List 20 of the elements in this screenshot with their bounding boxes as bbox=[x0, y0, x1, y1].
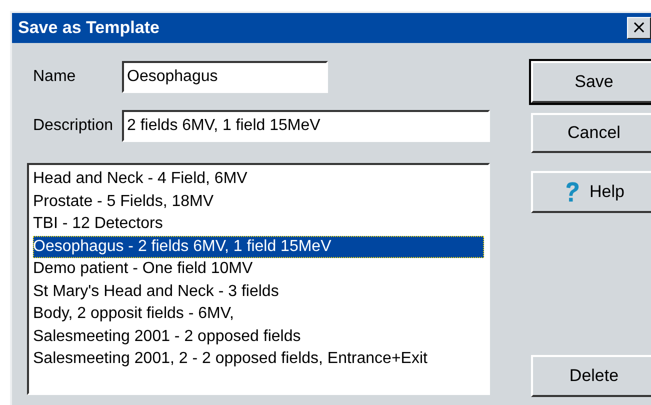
template-item[interactable]: Head and Neck - 4 Field, 6MV bbox=[33, 168, 484, 190]
close-button[interactable]: × bbox=[627, 17, 651, 39]
window-title: Save as Template bbox=[18, 18, 160, 38]
template-item[interactable]: Body, 2 opposit fields - 6MV, bbox=[33, 303, 484, 326]
help-icon bbox=[564, 181, 580, 203]
description-label: Description bbox=[32, 117, 114, 135]
save-button[interactable]: Save bbox=[531, 61, 651, 103]
template-item[interactable]: Salesmeeting 2001, 2 - 2 opposed fields, Entrance+Exit bbox=[33, 348, 484, 370]
description-field[interactable]: 2 fields 6MV, 1 field 15MeV bbox=[122, 110, 490, 142]
template-item[interactable]: St Mary's Head and Neck - 3 fields bbox=[33, 280, 484, 303]
name-label: Name bbox=[32, 68, 77, 86]
name-field[interactable]: Oesophagus bbox=[122, 61, 328, 93]
template-item[interactable]: Oesophagus - 2 fields 6MV, 1 field 15MeV bbox=[33, 236, 484, 258]
cancel-button[interactable]: Cancel bbox=[531, 113, 651, 153]
delete-button[interactable]: Delete bbox=[531, 355, 651, 397]
help-button[interactable]: Help bbox=[531, 171, 651, 213]
template-item[interactable]: TBI - 12 Detectors bbox=[33, 213, 484, 236]
template-item[interactable]: Salesmeeting 2001 - 2 opposed fields bbox=[33, 326, 484, 348]
template-item[interactable]: Demo patient - One field 10MV bbox=[33, 258, 484, 280]
template-item[interactable]: Prostate - 5 Fields, 18MV bbox=[33, 190, 484, 213]
